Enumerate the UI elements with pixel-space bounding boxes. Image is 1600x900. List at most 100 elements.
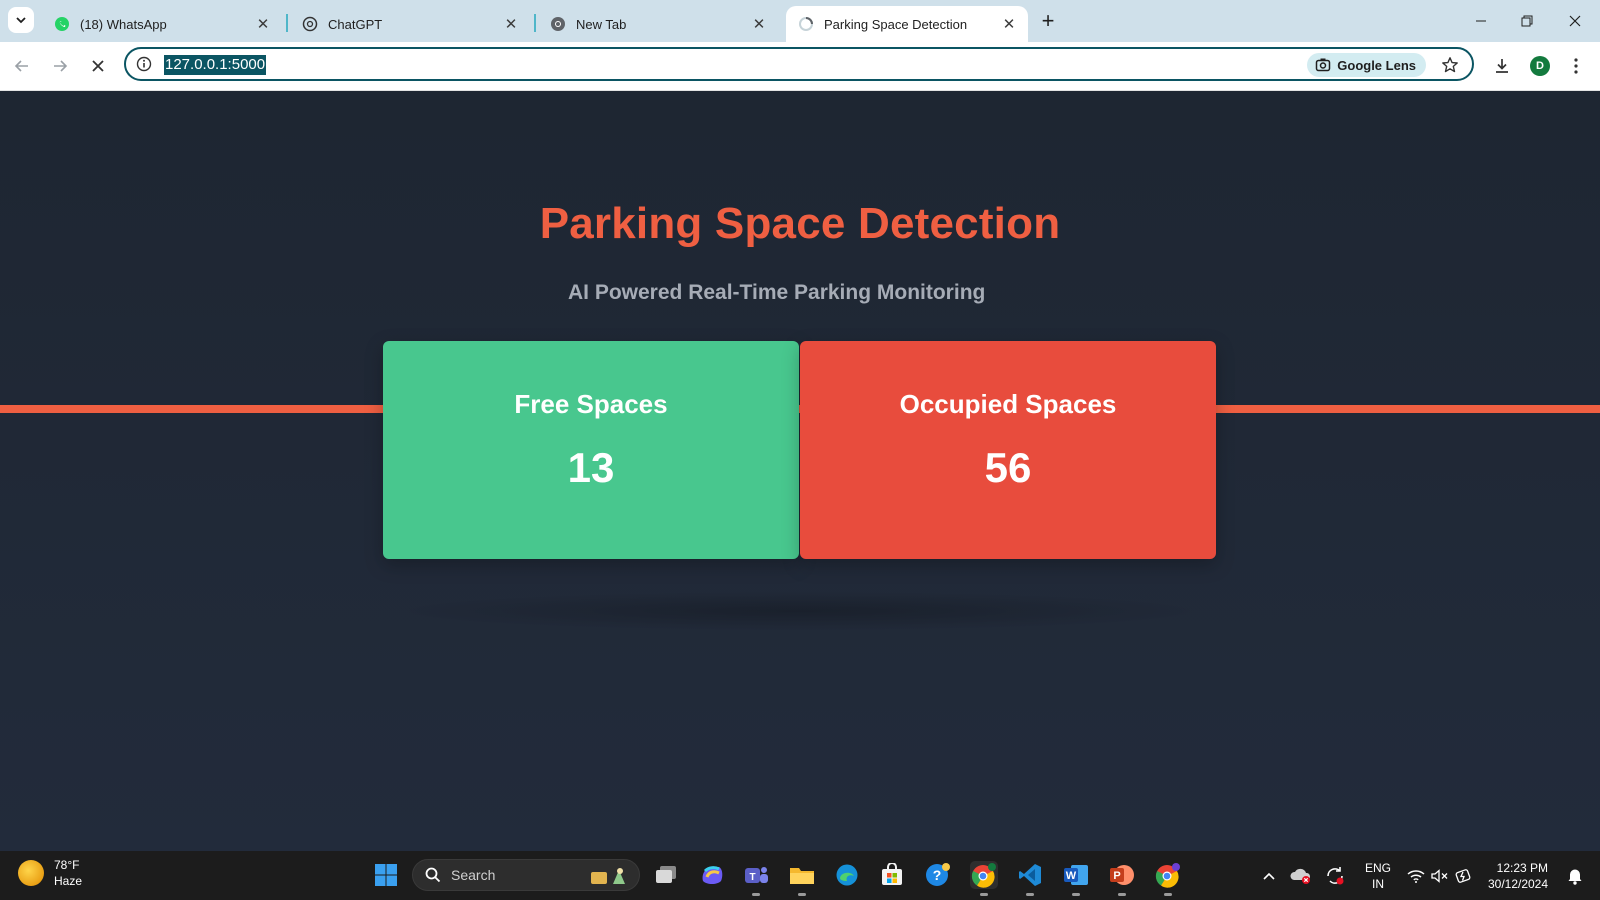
powerpoint-app[interactable]: P <box>1108 861 1136 896</box>
close-icon[interactable]: ✕ <box>750 15 768 33</box>
powerpoint-icon: P <box>1110 865 1134 885</box>
language-code: ENG <box>1364 860 1391 875</box>
cloud-error-icon <box>1290 868 1311 884</box>
decorative-shadow <box>383 591 1216 631</box>
address-bar[interactable]: 127.0.0.1:5000 Google Lens <box>124 47 1474 81</box>
bookmark-star-button[interactable] <box>1440 55 1460 75</box>
chatgpt-icon <box>302 16 318 32</box>
tab-parking-space-detection[interactable]: Parking Space Detection ✕ <box>786 6 1028 42</box>
onedrive-status[interactable] <box>1288 851 1314 900</box>
occupied-spaces-card: Occupied Spaces 56 <box>800 341 1216 559</box>
start-button[interactable] <box>372 861 400 889</box>
page-title: Parking Space Detection <box>539 199 1061 248</box>
help-app[interactable]: ? <box>924 861 952 889</box>
new-tab-button[interactable]: + <box>1036 10 1060 34</box>
file-explorer-app[interactable] <box>788 861 816 896</box>
chevron-up-icon <box>1263 872 1275 880</box>
tab-chatgpt[interactable]: ChatGPT ✕ <box>290 6 530 42</box>
downloads-button[interactable] <box>1488 52 1516 80</box>
tab-divider <box>534 14 536 32</box>
info-icon[interactable] <box>136 56 152 72</box>
weather-temperature: 78°F <box>54 858 80 872</box>
task-view-button[interactable] <box>652 861 680 889</box>
taskbar: 78°F Haze Search T ? W P ENG IN 12:23 PM… <box>0 851 1600 900</box>
tab-whatsapp[interactable]: (18) WhatsApp ✕ <box>42 6 282 42</box>
tab-search-button[interactable] <box>8 7 34 33</box>
clock-date: 30/12/2024 <box>1487 876 1549 891</box>
word-app[interactable]: W <box>1062 861 1090 896</box>
tab-divider <box>286 14 288 32</box>
tab-title: Parking Space Detection <box>824 16 968 32</box>
restore-button[interactable] <box>1504 6 1550 36</box>
occupied-spaces-label: Occupied Spaces <box>899 389 1117 419</box>
search-placeholder: Search <box>451 867 496 883</box>
battery-charging-icon <box>1455 868 1471 883</box>
minimize-button[interactable] <box>1458 6 1504 36</box>
weather-widget[interactable]: 78°F Haze <box>18 857 82 889</box>
tab-title: New Tab <box>576 16 627 32</box>
chrome-profile-app[interactable] <box>1154 861 1182 896</box>
vscode-app[interactable] <box>1016 861 1044 896</box>
haze-weather-icon <box>18 860 44 886</box>
edge-icon <box>836 864 858 886</box>
svg-text:T: T <box>749 872 755 883</box>
tab-strip: (18) WhatsApp ✕ ChatGPT ✕ New Tab ✕ Park… <box>0 0 1600 42</box>
svg-text:W: W <box>1066 870 1077 882</box>
arrow-left-icon <box>14 60 28 72</box>
page-subtitle: AI Powered Real-Time Parking Monitoring <box>568 281 986 304</box>
tab-title: (18) WhatsApp <box>80 16 167 32</box>
speaker-muted-icon <box>1431 868 1448 883</box>
google-lens-button[interactable]: Google Lens <box>1307 53 1426 77</box>
help-icon: ? <box>926 863 950 886</box>
close-icon[interactable]: ✕ <box>254 15 272 33</box>
tab-title: ChatGPT <box>328 16 383 32</box>
taskbar-search-box[interactable]: Search <box>412 859 640 891</box>
arrow-right-icon <box>54 60 68 72</box>
browser-toolbar: 127.0.0.1:5000 Google Lens D <box>0 42 1600 91</box>
chrome-icon <box>1155 863 1180 888</box>
search-icon <box>425 867 441 883</box>
back-button[interactable] <box>8 52 36 80</box>
chrome-icon <box>550 16 566 32</box>
bell-icon <box>1568 869 1582 885</box>
free-spaces-card: Free Spaces 13 <box>383 341 799 559</box>
menu-button[interactable] <box>1562 52 1590 80</box>
close-icon[interactable]: ✕ <box>502 15 520 33</box>
teams-app[interactable]: T <box>742 861 770 896</box>
sync-icon <box>1327 866 1344 884</box>
whatsapp-icon <box>54 16 70 32</box>
restore-icon <box>1521 15 1533 27</box>
download-icon <box>1496 59 1508 73</box>
loading-icon <box>798 16 814 32</box>
forward-button[interactable] <box>46 52 74 80</box>
notifications-button[interactable] <box>1562 851 1588 900</box>
volume-status[interactable] <box>1428 851 1452 900</box>
network-status[interactable] <box>1404 851 1428 900</box>
avatar: D <box>1530 56 1550 76</box>
free-spaces-count: 13 <box>567 444 615 491</box>
sync-status[interactable] <box>1322 851 1348 900</box>
url-text[interactable]: 127.0.0.1:5000 <box>164 55 267 75</box>
windows-icon <box>375 864 397 886</box>
stop-loading-button[interactable] <box>84 52 112 80</box>
tab-new-tab[interactable]: New Tab ✕ <box>538 6 778 42</box>
show-hidden-icons-button[interactable] <box>1258 851 1280 900</box>
folder-icon <box>790 868 814 884</box>
svg-text:P: P <box>1113 870 1120 882</box>
copilot-app[interactable] <box>698 861 726 889</box>
battery-status[interactable] <box>1452 851 1476 900</box>
chevron-down-icon <box>16 17 26 24</box>
chrome-icon <box>971 863 996 888</box>
system-clock[interactable]: 12:23 PM 30/12/2024 <box>1478 851 1558 900</box>
region-code: IN <box>1371 876 1384 891</box>
store-icon <box>882 863 902 885</box>
close-window-button[interactable] <box>1552 6 1598 36</box>
edge-app[interactable] <box>833 861 861 889</box>
input-language-indicator[interactable]: ENG IN <box>1358 851 1398 900</box>
close-icon[interactable]: ✕ <box>1000 15 1018 33</box>
minimize-icon <box>1476 20 1486 22</box>
profile-button[interactable]: D <box>1526 52 1554 80</box>
svg-text:?: ? <box>933 867 942 883</box>
chrome-app[interactable] <box>970 861 998 896</box>
microsoft-store-app[interactable] <box>878 861 906 889</box>
